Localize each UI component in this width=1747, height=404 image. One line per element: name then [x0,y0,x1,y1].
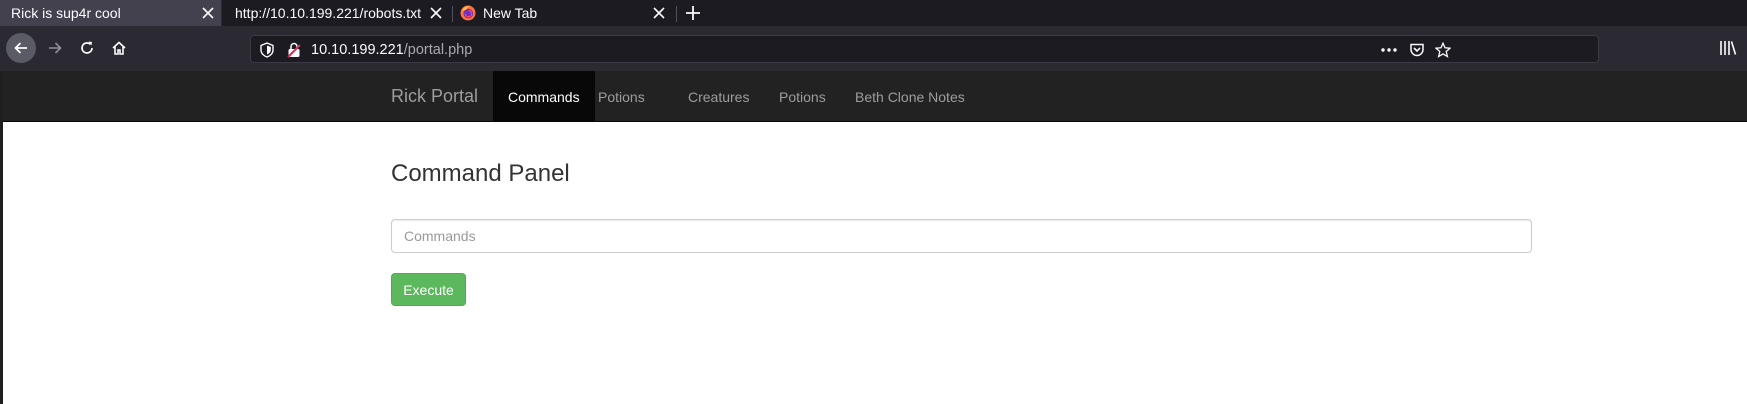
back-button[interactable] [6,33,36,63]
tab-new-tab[interactable]: New Tab [453,0,675,26]
forward-button[interactable] [40,33,70,63]
home-button[interactable] [104,33,134,63]
nav-item-creatures[interactable]: Creatures [673,71,764,122]
url-text[interactable]: 10.10.199.221/portal.php [311,42,472,58]
page-title: Command Panel [391,160,570,187]
tab-title: New Tab [483,5,538,21]
tracking-protection-shield-icon[interactable] [260,42,274,58]
plus-icon [686,6,700,20]
navigation-toolbar: 10.10.199.221/portal.php [0,26,1747,71]
new-tab-button[interactable] [682,3,704,23]
home-icon [112,41,126,55]
close-icon[interactable] [200,5,216,21]
pocket-icon[interactable] [1409,42,1425,58]
url-host: 10.10.199.221 [311,42,404,58]
page-content: Rick Portal Commands Potions Creatures P… [0,71,1747,404]
nav-item-potions[interactable]: Potions [583,71,660,122]
reload-icon [81,41,93,54]
reload-button[interactable] [72,33,102,63]
library-icon[interactable] [1719,40,1737,56]
insecure-lock-icon[interactable] [287,42,301,58]
nav-item-potions-2[interactable]: Potions [764,71,841,122]
tab-title: Rick is sup4r cool [11,5,121,21]
arrow-right-icon [49,42,62,54]
navbar-brand[interactable]: Rick Portal [391,86,478,107]
site-navbar: Rick Portal Commands Potions Creatures P… [3,71,1747,122]
bookmark-star-icon[interactable] [1435,42,1451,58]
page-actions-menu-icon[interactable] [1381,48,1397,52]
close-icon[interactable] [651,5,667,21]
tab-rick-is-sup4r-cool[interactable]: Rick is sup4r cool [0,0,222,26]
address-bar[interactable]: 10.10.199.221/portal.php [250,35,1599,63]
close-icon[interactable] [428,5,444,21]
commands-input[interactable] [391,219,1532,253]
arrow-left-icon [14,42,27,54]
nav-item-beth-clone-notes[interactable]: Beth Clone Notes [840,71,980,122]
tab-strip: Rick is sup4r cool http://10.10.199.221/… [0,0,1747,26]
tab-separator [676,6,677,22]
nav-item-commands[interactable]: Commands [493,71,595,122]
tab-robots-txt[interactable]: http://10.10.199.221/robots.txt [222,0,452,26]
execute-button[interactable]: Execute [391,273,466,306]
url-path: /portal.php [403,42,473,58]
firefox-logo-icon [460,5,476,21]
tab-title: http://10.10.199.221/robots.txt [235,5,422,21]
